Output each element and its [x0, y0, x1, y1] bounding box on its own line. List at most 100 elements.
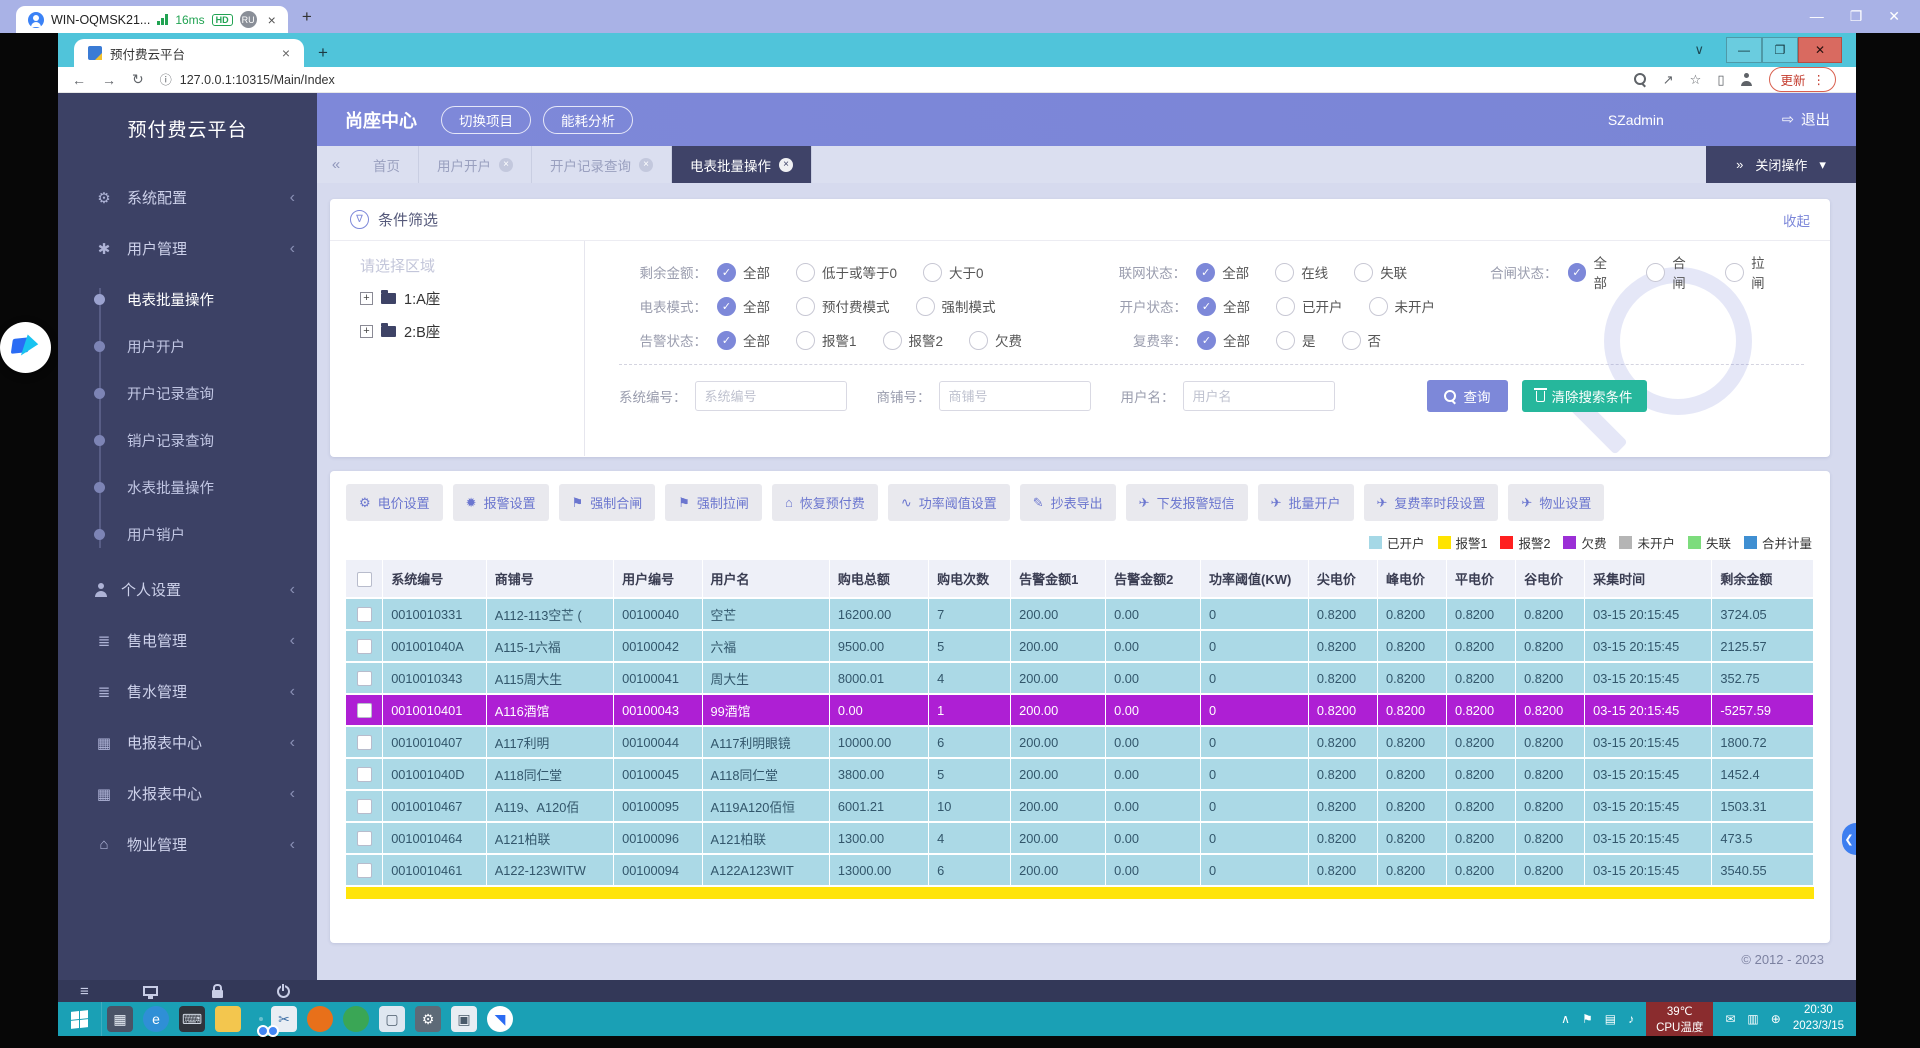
- row-checkbox[interactable]: [357, 831, 372, 846]
- tray-icon[interactable]: ⊕: [1771, 1012, 1781, 1026]
- green-app-icon[interactable]: [341, 1004, 371, 1034]
- sidebar-subitem[interactable]: 用户开户: [58, 323, 317, 370]
- radio-option[interactable]: ✓全部: [717, 330, 770, 350]
- table-row[interactable]: 0010010467A119、A120佰00100095A119A120佰恒60…: [346, 790, 1814, 822]
- sidebar-item[interactable]: ≣售水管理‹: [58, 666, 317, 717]
- radio-icon[interactable]: [969, 331, 988, 350]
- energy-analysis-button[interactable]: 能耗分析: [543, 106, 633, 134]
- radio-option[interactable]: 未开户: [1369, 296, 1436, 316]
- toolbar-button[interactable]: ⚙电价设置: [346, 484, 443, 521]
- scroll-tabs-right-icon[interactable]: »: [1736, 157, 1743, 172]
- sidebar-item[interactable]: ✱用户管理‹: [58, 223, 317, 274]
- terminal-icon[interactable]: ⌨: [177, 1004, 207, 1034]
- radio-option[interactable]: 低于或等于0: [796, 262, 897, 282]
- close-tab-icon[interactable]: ×: [499, 158, 513, 172]
- tab-item[interactable]: 用户开户×: [419, 146, 532, 183]
- system-no-input[interactable]: [695, 381, 847, 411]
- radio-option[interactable]: 报警1: [796, 330, 857, 350]
- sidebar-item[interactable]: ⚙系统配置‹: [58, 172, 317, 223]
- radio-option[interactable]: 拉闸: [1725, 252, 1778, 292]
- tray-icon[interactable]: ∧: [1561, 1012, 1570, 1026]
- toolbar-button[interactable]: ✹报警设置: [453, 484, 549, 521]
- expand-icon[interactable]: +: [360, 292, 373, 305]
- sidebar-item[interactable]: 个人设置‹: [58, 564, 317, 615]
- sidebar-subitem[interactable]: 销户记录查询: [58, 417, 317, 464]
- sidebar-item[interactable]: ▦电报表中心‹: [58, 717, 317, 768]
- radio-option[interactable]: 失联: [1354, 262, 1407, 282]
- radio-icon[interactable]: [883, 331, 902, 350]
- browser-minimize-button[interactable]: —: [1726, 37, 1762, 63]
- radio-option[interactable]: 强制模式: [916, 296, 996, 316]
- forward-icon[interactable]: →: [102, 72, 116, 88]
- radio-icon[interactable]: [1275, 263, 1294, 282]
- toolbar-button[interactable]: ✈物业设置: [1508, 484, 1604, 521]
- radio-icon[interactable]: [923, 263, 942, 282]
- logout-button[interactable]: ⇨ 退出: [1782, 109, 1830, 130]
- radio-option[interactable]: 是: [1276, 330, 1316, 350]
- table-row[interactable]: 0010010343A115周大生00100041周大生8000.014200.…: [346, 662, 1814, 694]
- power-icon[interactable]: [277, 985, 290, 998]
- back-icon[interactable]: ←: [72, 72, 86, 88]
- row-checkbox[interactable]: [357, 639, 372, 654]
- address-bar[interactable]: ⓘ 127.0.0.1:10315/Main/Index: [160, 71, 1634, 88]
- tab-item[interactable]: 开户记录查询×: [532, 146, 672, 183]
- toolbar-button[interactable]: ✈复费率时段设置: [1364, 484, 1499, 521]
- radio-option[interactable]: 在线: [1275, 262, 1328, 282]
- radio-icon[interactable]: [796, 263, 815, 282]
- radio-checked-icon[interactable]: ✓: [1196, 263, 1215, 282]
- row-checkbox[interactable]: [357, 607, 372, 622]
- tree-node[interactable]: +2:B座: [360, 321, 584, 342]
- bookmark-star-icon[interactable]: ☆: [1690, 72, 1702, 88]
- sidebar-item[interactable]: ⌂物业管理‹: [58, 819, 317, 870]
- radio-icon[interactable]: [1342, 331, 1361, 350]
- window-app-icon[interactable]: ▢: [377, 1004, 407, 1034]
- table-row[interactable]: 0010010464A121柏联00100096A121柏联1300.00420…: [346, 822, 1814, 854]
- row-checkbox[interactable]: [357, 671, 372, 686]
- monitor-icon[interactable]: [143, 986, 158, 996]
- radio-option[interactable]: ✓全部: [1197, 296, 1250, 316]
- close-tab-icon[interactable]: ×: [282, 45, 290, 61]
- sidebar-subitem[interactable]: 用户销户: [58, 511, 317, 558]
- radio-checked-icon[interactable]: ✓: [1197, 331, 1216, 350]
- toolbar-button[interactable]: ∿功率阈值设置: [888, 484, 1010, 521]
- browser-update-button[interactable]: 更新 ⋮: [1769, 67, 1836, 92]
- profile-avatar-icon[interactable]: [1740, 73, 1753, 86]
- close-tab-icon[interactable]: ×: [779, 158, 793, 172]
- tab-active[interactable]: 电表批量操作×: [672, 146, 812, 183]
- browser-tab[interactable]: 预付费云平台 ×: [74, 39, 304, 67]
- radio-icon[interactable]: [1646, 263, 1665, 282]
- radio-option[interactable]: 已开户: [1276, 296, 1343, 316]
- close-window-icon[interactable]: ✕: [1888, 8, 1900, 25]
- browser-close-button[interactable]: ✕: [1798, 37, 1842, 63]
- chevron-down-icon[interactable]: ∨: [1694, 42, 1704, 58]
- taskbar-clock[interactable]: 20:30 2023/3/15: [1787, 1003, 1856, 1034]
- row-checkbox[interactable]: [357, 703, 372, 718]
- toolbar-button[interactable]: ⚑强制合闸: [559, 484, 656, 521]
- clear-search-button[interactable]: 清除搜索条件: [1522, 380, 1647, 412]
- sidebar-subitem[interactable]: 水表批量操作: [58, 464, 317, 511]
- tray-icon[interactable]: ♪: [1628, 1012, 1634, 1026]
- tray-icon[interactable]: ⚑: [1582, 1012, 1593, 1026]
- remote-app-icon[interactable]: ▦: [105, 1004, 135, 1034]
- new-session-button[interactable]: +: [302, 7, 312, 27]
- todesk-floating-ball[interactable]: [0, 322, 51, 373]
- toolbar-button[interactable]: ✈下发报警短信: [1126, 484, 1248, 521]
- tray-icon[interactable]: ▤: [1605, 1012, 1616, 1026]
- todesk-icon[interactable]: ◥: [485, 1004, 515, 1034]
- toolbar-button[interactable]: ⚑强制拉闸: [665, 484, 762, 521]
- radio-icon[interactable]: [1354, 263, 1373, 282]
- menu-icon[interactable]: ≡: [80, 984, 89, 999]
- radio-option[interactable]: 合闸: [1646, 252, 1699, 292]
- collapse-filter-link[interactable]: 收起: [1783, 210, 1810, 230]
- row-checkbox[interactable]: [357, 863, 372, 878]
- toolbar-button[interactable]: ✎抄表导出: [1020, 484, 1116, 521]
- radio-option[interactable]: 大于0: [923, 262, 984, 282]
- reload-icon[interactable]: ↻: [132, 71, 144, 88]
- sidebar-item[interactable]: ▦水报表中心‹: [58, 768, 317, 819]
- radio-icon[interactable]: [1276, 297, 1295, 316]
- radio-option[interactable]: 报警2: [883, 330, 944, 350]
- table-row[interactable]: 0010010401A116酒馆0010004399酒馆0.001200.000…: [346, 694, 1814, 726]
- radio-option[interactable]: ✓全部: [1568, 252, 1621, 292]
- radio-checked-icon[interactable]: ✓: [717, 297, 736, 316]
- table-row[interactable]: 001001040AA115-1六福00100042六福9500.005200.…: [346, 630, 1814, 662]
